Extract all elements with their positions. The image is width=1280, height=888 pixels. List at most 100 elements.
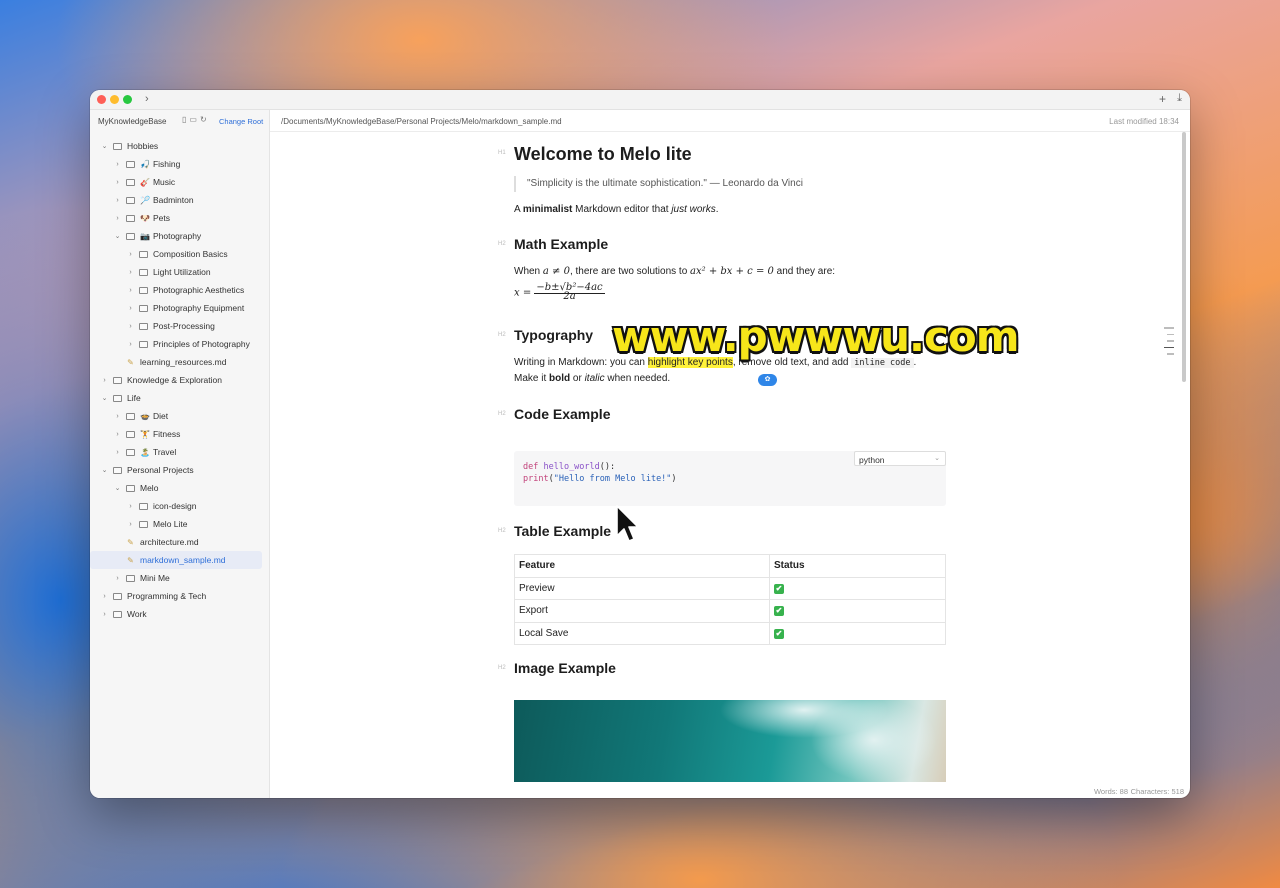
math-formula[interactable]: x = −b±√b²−4ac 2a [514, 282, 605, 302]
close-window-button[interactable] [97, 95, 106, 104]
tree-item-learning-resources[interactable]: ✎ learning_resources.md [90, 353, 270, 371]
chevron-down-icon[interactable]: ⌄ [113, 484, 122, 492]
table-cell[interactable]: Preview [514, 576, 770, 600]
chevron-right-icon[interactable]: › [126, 269, 135, 276]
table-cell[interactable]: Local Save [514, 621, 770, 645]
tree-item-markdown-sample[interactable]: ✎ markdown_sample.md [90, 551, 262, 569]
tree-item-badminton[interactable]: › 🏸 Badminton [90, 191, 270, 209]
mouse-pointer-icon [616, 505, 639, 542]
chevron-right-icon[interactable]: › [126, 323, 135, 330]
math-heading[interactable]: Math Example [514, 236, 608, 252]
code-block[interactable]: python ⌄ def hello_world(): print("Hello… [514, 451, 946, 506]
chevron-right-icon[interactable]: › [100, 377, 109, 384]
app-window: › + ⤓ MyKnowledgeBase ▯▭↻ Change Root ⌄ H… [90, 90, 1190, 798]
ocean-wave-image[interactable] [514, 700, 946, 782]
tree-item-post-processing[interactable]: › Post-Processing [90, 317, 270, 335]
table-header-cell[interactable]: Feature [514, 554, 770, 578]
minimize-window-button[interactable] [110, 95, 119, 104]
new-file-icon[interactable]: + [1159, 92, 1166, 106]
scrollbar[interactable] [1182, 132, 1186, 382]
chevron-right-icon[interactable]: › [113, 179, 122, 186]
intro-paragraph[interactable]: A minimalist Markdown editor that just w… [514, 202, 719, 218]
forward-chevron-icon[interactable]: › [145, 93, 149, 105]
chevron-right-icon[interactable]: › [126, 287, 135, 294]
tree-item-photography-equipment[interactable]: › Photography Equipment [90, 299, 270, 317]
tree-item-diet[interactable]: › 🍲 Diet [90, 407, 270, 425]
tree-item-icon-design[interactable]: › icon-design [90, 497, 270, 515]
tree-item-mini-me[interactable]: › Mini Me [90, 569, 270, 587]
chevron-down-icon[interactable]: ⌄ [100, 466, 109, 474]
outline-line[interactable] [1167, 353, 1174, 355]
chevron-down-icon[interactable]: ⌄ [113, 232, 122, 240]
tree-item-knowledge-exploration[interactable]: › Knowledge & Exploration [90, 371, 270, 389]
change-root-button[interactable]: Change Root [219, 117, 263, 126]
chevron-right-icon[interactable]: › [113, 413, 122, 420]
table-heading[interactable]: Table Example [514, 523, 611, 539]
heading-level-marker: H2 [498, 528, 506, 534]
chevron-right-icon[interactable]: › [126, 341, 135, 348]
table-cell[interactable]: ✔ [769, 599, 946, 623]
new-folder-icon[interactable]: ▭ [189, 115, 200, 124]
chevron-right-icon[interactable]: › [113, 431, 122, 438]
tree-item-travel[interactable]: › 🏝️ Travel [90, 443, 270, 461]
doc-title[interactable]: Welcome to Melo lite [514, 144, 692, 165]
outline-line-active[interactable] [1164, 346, 1174, 348]
tree-item-composition-basics[interactable]: › Composition Basics [90, 245, 270, 263]
tree-item-music[interactable]: › 🎸 Music [90, 173, 270, 191]
folder-icon [113, 394, 122, 402]
code-heading[interactable]: Code Example [514, 406, 610, 422]
format-toolbar-button[interactable]: ✿ [758, 374, 777, 386]
folder-icon [113, 592, 122, 600]
tree-item-light-utilization[interactable]: › Light Utilization [90, 263, 270, 281]
tree-item-principles-of-photography[interactable]: › Principles of Photography [90, 335, 270, 353]
export-icon[interactable]: ⤓ [1177, 92, 1182, 105]
outline-minimap[interactable] [1164, 327, 1174, 360]
tree-item-fishing[interactable]: › 🎣 Fishing [90, 155, 270, 173]
table-header-row: Feature Status [514, 554, 946, 578]
markdown-editor[interactable]: H1 Welcome to Melo lite "Simplicity is t… [270, 132, 1190, 784]
code-language-select[interactable]: python ⌄ [854, 451, 946, 466]
typography-paragraph-2[interactable]: Make it bold or italic when needed. [514, 371, 670, 387]
outline-line[interactable] [1167, 340, 1174, 342]
chevron-right-icon[interactable]: › [126, 503, 135, 510]
tree-item-fitness[interactable]: › 🏋️ Fitness [90, 425, 270, 443]
chevron-right-icon[interactable]: › [126, 251, 135, 258]
chevron-right-icon[interactable]: › [100, 611, 109, 618]
folder-icon [139, 250, 148, 258]
table-cell[interactable]: ✔ [769, 576, 946, 600]
outline-line[interactable] [1167, 333, 1174, 335]
tree-item-work[interactable]: › Work [90, 605, 270, 623]
typography-heading[interactable]: Typography [514, 327, 593, 343]
code-lines[interactable]: def hello_world(): print("Hello from Mel… [523, 461, 677, 485]
table-cell[interactable]: Export [514, 599, 770, 623]
chevron-right-icon[interactable]: › [100, 593, 109, 600]
math-paragraph[interactable]: When a ≠ 0, there are two solutions to a… [514, 264, 835, 280]
image-heading[interactable]: Image Example [514, 660, 616, 676]
chevron-down-icon[interactable]: ⌄ [100, 394, 109, 402]
outline-line[interactable] [1164, 327, 1174, 329]
tree-item-photographic-aesthetics[interactable]: › Photographic Aesthetics [90, 281, 270, 299]
tree-item-melo-lite[interactable]: › Melo Lite [90, 515, 270, 533]
chevron-right-icon[interactable]: › [126, 305, 135, 312]
chevron-right-icon[interactable]: › [126, 521, 135, 528]
tree-item-melo[interactable]: ⌄ Melo [90, 479, 270, 497]
tree-item-architecture[interactable]: ✎ architecture.md [90, 533, 270, 551]
chevron-down-icon[interactable]: ⌄ [100, 142, 109, 150]
chevron-right-icon[interactable]: › [113, 161, 122, 168]
tree-item-life[interactable]: ⌄ Life [90, 389, 270, 407]
chevron-right-icon[interactable]: › [113, 215, 122, 222]
tree-item-personal-projects[interactable]: ⌄ Personal Projects [90, 461, 270, 479]
tree-item-programming-tech[interactable]: › Programming & Tech [90, 587, 270, 605]
chevron-right-icon[interactable]: › [113, 197, 122, 204]
table-cell[interactable]: ✔ [769, 621, 946, 645]
refresh-icon[interactable]: ↻ [200, 115, 210, 124]
chevron-right-icon[interactable]: › [113, 449, 122, 456]
blockquote[interactable]: "Simplicity is the ultimate sophisticati… [514, 176, 803, 192]
chevron-right-icon[interactable]: › [113, 575, 122, 582]
zoom-window-button[interactable] [123, 95, 132, 104]
tree-item-pets[interactable]: › 🐶 Pets [90, 209, 270, 227]
feature-table[interactable]: Feature Status Preview ✔ Export ✔ Local … [514, 554, 946, 645]
tree-item-hobbies[interactable]: ⌄ Hobbies [90, 137, 270, 155]
tree-item-photography[interactable]: ⌄ 📷 Photography [90, 227, 270, 245]
table-header-cell[interactable]: Status [769, 554, 946, 578]
